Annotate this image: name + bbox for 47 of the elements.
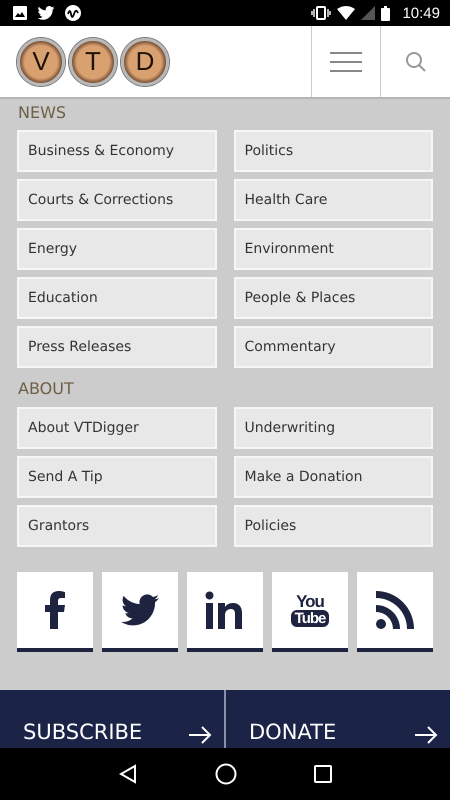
menu-link[interactable]: Education — [17, 277, 216, 319]
menu-link[interactable]: Make a Donation — [234, 456, 433, 498]
facebook-link[interactable] — [17, 572, 93, 652]
menu-link[interactable]: Send A Tip — [17, 456, 216, 498]
section-heading: ABOUT — [17, 378, 75, 400]
facebook-icon — [45, 591, 65, 629]
logo-key[interactable]: D — [121, 38, 169, 86]
clock-time: 10:49 — [402, 4, 440, 22]
menu-link[interactable]: About VTDigger — [17, 407, 216, 449]
youtube-logo: You Tube — [290, 593, 330, 627]
bird-icon — [37, 6, 55, 20]
menu-link[interactable]: Policies — [234, 505, 433, 547]
recents-icon[interactable] — [314, 765, 332, 783]
menu-link[interactable]: Environment — [234, 228, 433, 270]
battery-icon — [381, 6, 390, 20]
youtube-link[interactable]: You Tube — [272, 572, 348, 652]
arrow-right-icon — [414, 726, 438, 744]
wifi-icon — [337, 6, 356, 20]
menu-link[interactable]: People & Places — [234, 277, 433, 319]
menu-link[interactable]: Commentary — [234, 326, 433, 368]
menu-link[interactable]: Press Releases — [17, 326, 216, 368]
twitter-link[interactable] — [102, 572, 178, 652]
linkedin-icon — [205, 591, 245, 629]
section-heading: NEWS — [17, 102, 68, 124]
home-icon[interactable] — [214, 763, 237, 785]
back-icon[interactable] — [118, 764, 138, 784]
arrow-right-icon — [188, 726, 212, 744]
wave-icon — [65, 5, 81, 21]
menu-link[interactable]: Politics — [234, 130, 433, 172]
image-icon — [13, 6, 27, 20]
menu-icon — [329, 50, 363, 72]
rss-icon — [376, 591, 414, 629]
action-link[interactable]: SUBSCRIBE — [0, 690, 224, 748]
logo-key[interactable]: T — [69, 38, 117, 86]
menu-link[interactable]: Courts & Corrections — [17, 179, 216, 221]
menu-link[interactable]: Energy — [17, 228, 216, 270]
menu-link[interactable]: Underwriting — [234, 407, 433, 449]
rss-link[interactable] — [357, 572, 433, 652]
signal-icon — [361, 6, 376, 20]
menu-link[interactable]: Business & Economy — [17, 130, 216, 172]
bird-icon — [121, 594, 159, 626]
vibrate-icon — [311, 6, 332, 20]
menu-link[interactable]: Grantors — [17, 505, 216, 547]
linkedin-link[interactable] — [187, 572, 263, 652]
logo-key[interactable]: V — [17, 38, 65, 86]
search-icon — [404, 50, 426, 72]
menu-link[interactable]: Health Care — [234, 179, 433, 221]
